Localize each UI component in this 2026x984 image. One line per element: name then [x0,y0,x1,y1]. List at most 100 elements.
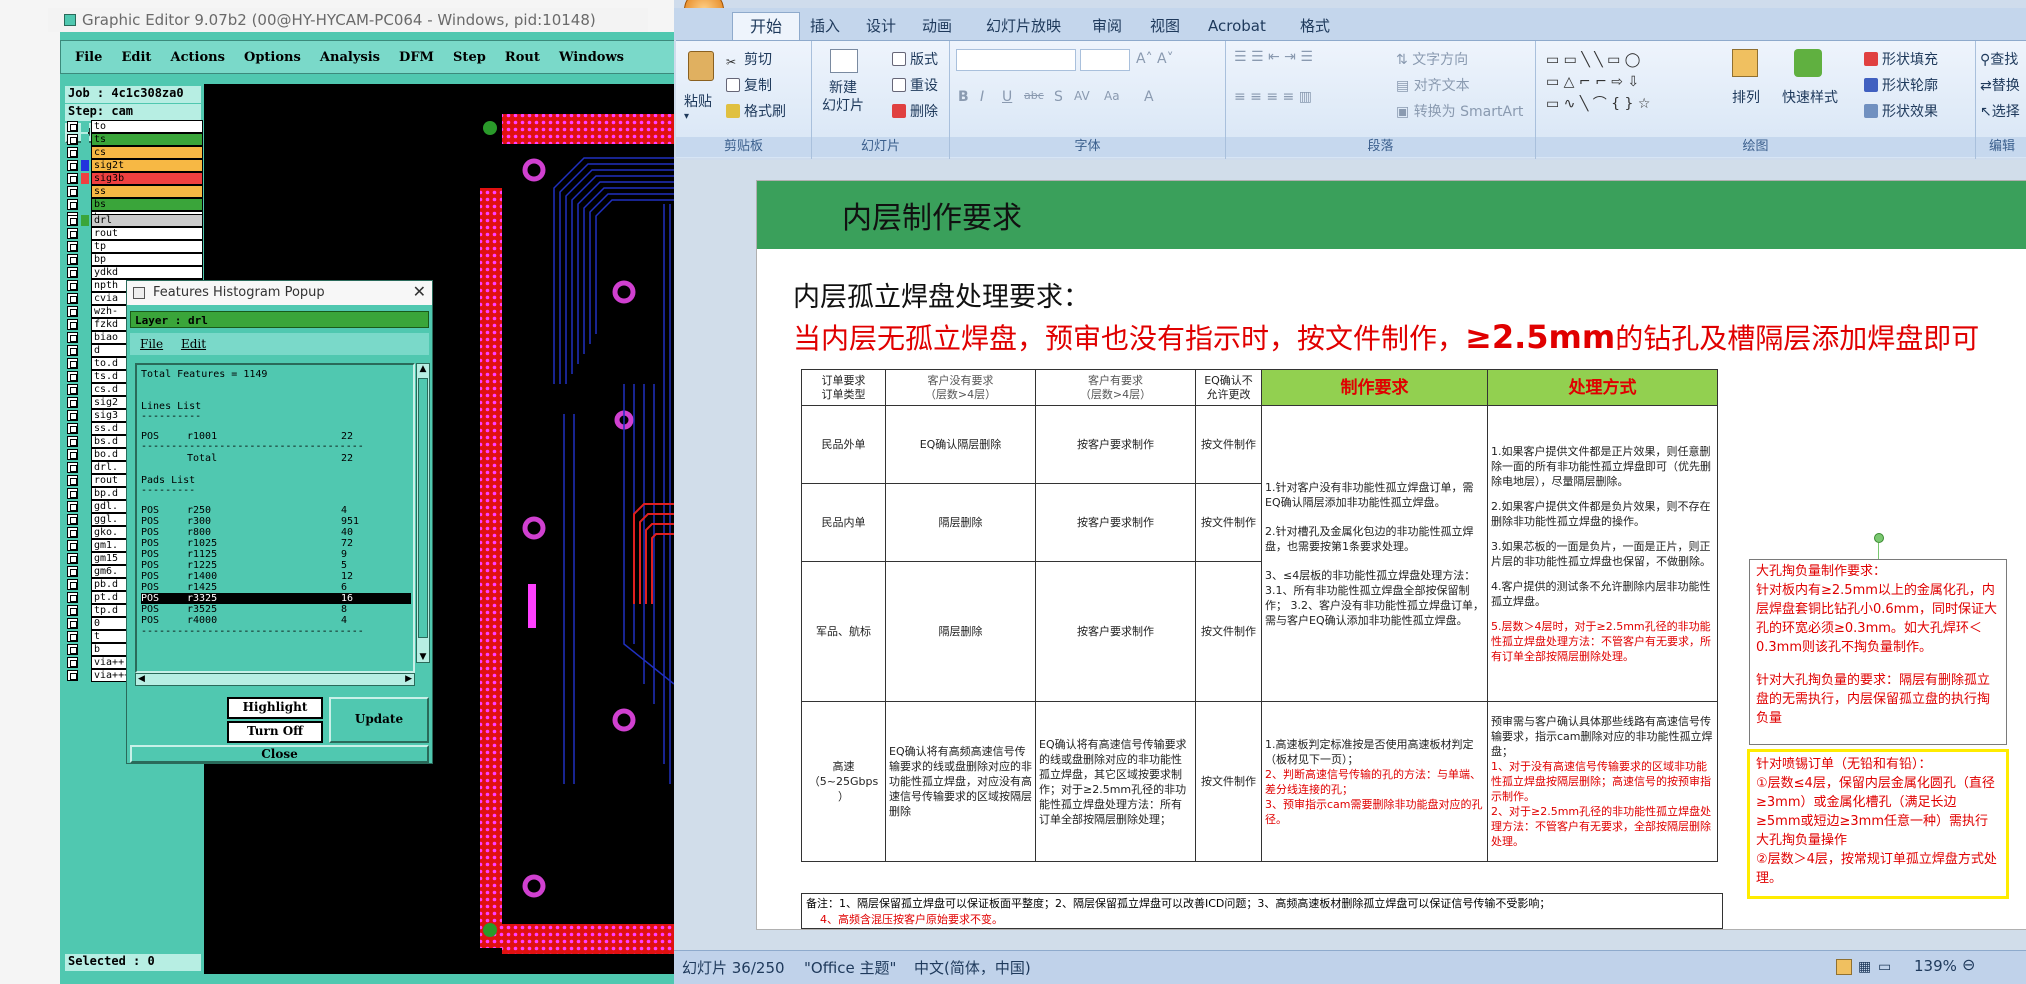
layer-checkbox[interactable] [67,449,78,460]
layer-checkbox[interactable] [67,319,78,330]
pad-row[interactable]: POS r1425 6 [141,582,411,593]
layer-affected-indicator[interactable] [81,657,89,668]
requirements-table[interactable]: 订单要求 订单类型 客户没有要求 （层数>4层） 客户有要求 （层数>4层） E… [801,369,1718,862]
slide-title[interactable]: 内层制作要求 [842,193,1022,237]
layer-affected-indicator[interactable] [81,423,89,434]
layer-checkbox[interactable] [67,605,78,616]
layer-affected-indicator[interactable] [81,631,89,642]
scroll-up-arrow[interactable]: ▲ [417,364,429,374]
find-button[interactable]: ⚲查找 [1980,49,2018,69]
layer-name[interactable]: drl [91,214,203,227]
shape-outline-button[interactable]: 形状轮廓 [1864,75,1938,95]
scroll-down-arrow[interactable]: ▼ [417,652,429,662]
shape-fill-button[interactable]: 形状填充 [1864,49,1938,69]
language[interactable]: 中文(简体，中国) [914,957,1031,978]
font-name-combobox[interactable] [956,49,1076,71]
text-direction-button[interactable]: ⇅ 文字方向 [1396,49,1468,69]
layer-affected-indicator[interactable] [81,540,89,551]
layer-checkbox[interactable] [67,241,78,252]
menu-rout[interactable]: Rout [505,41,540,75]
layer-checkbox[interactable] [67,527,78,538]
slideshow-view-icon[interactable]: ▭ [1878,959,1891,975]
layer-affected-indicator[interactable] [81,121,89,132]
normal-view-icon[interactable] [1836,959,1852,975]
layer-affected-indicator[interactable] [81,306,89,317]
shapes-gallery[interactable]: ▭ ▭ ╲ ╲ ▭ ◯ ▭ △ ⌐ ⌐ ⇨ ⇩ ▭ ∿ ╲ ⌒ { } ☆ [1546,49,1650,115]
zoom-out-icon[interactable]: ⊖ [1962,955,1975,974]
font-color-icon[interactable]: A [1144,89,1154,105]
layer-checkbox[interactable] [67,566,78,577]
layer-checkbox[interactable] [67,644,78,655]
layer-name[interactable]: tp [91,240,203,253]
layer-affected-indicator[interactable] [81,280,89,291]
strikethrough-icon[interactable]: abc [1024,89,1044,102]
paste-button[interactable]: 粘贴 [684,91,712,111]
layer-affected-indicator[interactable] [81,384,89,395]
layer-checkbox[interactable] [67,579,78,590]
layer-affected-indicator[interactable] [81,670,89,681]
reset-button[interactable]: 重设 [892,75,938,95]
shadow-icon[interactable]: S [1054,89,1063,105]
underline-icon[interactable]: U [1002,89,1012,105]
close-button[interactable]: Close [130,745,429,763]
layer-affected-indicator[interactable] [81,160,89,171]
layer-name[interactable]: bp [91,253,203,266]
layer-checkbox[interactable] [67,160,78,171]
pad-row[interactable]: POS r4000 4 [141,615,411,626]
arrange-button[interactable]: 排列 [1732,87,1760,107]
layer-affected-indicator[interactable] [81,514,89,525]
layer-checkbox[interactable] [67,215,78,226]
layer-checkbox[interactable] [67,254,78,265]
layer-affected-indicator[interactable] [81,293,89,304]
rotation-handle[interactable] [1874,533,1884,543]
layer-affected-indicator[interactable] [81,319,89,330]
horizontal-scrollbar[interactable]: ◀ ▶ [135,673,415,686]
layer-affected-indicator[interactable] [81,644,89,655]
layer-checkbox[interactable] [67,670,78,681]
pad-row[interactable]: POS r800 40 [141,527,411,538]
tab-review[interactable]: 审阅 [1092,14,1122,38]
layer-checkbox[interactable] [67,121,78,132]
zoom-level[interactable]: 139% [1914,957,1957,975]
grow-font-icon[interactable]: A˄ A˅ [1136,51,1174,67]
format-painter-button[interactable]: 格式刷 [726,101,786,121]
layer-affected-indicator[interactable] [81,199,89,210]
layer-affected-indicator[interactable] [81,241,89,252]
layer-name[interactable]: to [91,120,203,133]
layer-checkbox[interactable] [67,410,78,421]
scroll-thumb[interactable] [418,378,428,638]
layer-checkbox[interactable] [67,514,78,525]
menu-edit[interactable]: Edit [121,41,151,75]
delete-slide-button[interactable]: 删除 [892,101,938,121]
layer-checkbox[interactable] [67,134,78,145]
change-case-icon[interactable]: Aa [1104,89,1120,103]
slide-canvas[interactable]: 内层制作要求 内层孤立焊盘处理要求： 当内层无孤立焊盘，预审也没有指示时，按文件… [756,180,2026,930]
layer-checkbox[interactable] [67,228,78,239]
layer-name[interactable]: sig3b [91,172,203,185]
align-text-button[interactable]: ▤ 对齐文本 [1396,75,1470,95]
layer-affected-indicator[interactable] [81,215,89,226]
bullets-icon[interactable]: ☰ ☰ ⇤ ⇥ ☰ [1234,49,1313,65]
smartart-button[interactable]: ▣ 转换为 SmartArt [1396,101,1523,121]
scroll-left-arrow[interactable]: ◀ [138,674,145,685]
menu-analysis[interactable]: Analysis [320,41,380,75]
tab-insert[interactable]: 插入 [810,14,840,38]
pad-row[interactable]: POS r250 4 [141,505,411,516]
layer-checkbox[interactable] [67,592,78,603]
layer-affected-indicator[interactable] [81,254,89,265]
table-note[interactable]: 备注：1、隔层保留孤立焊盘可以保证板面平整度；2、隔层保留孤立焊盘可以改善ICD… [801,893,1723,929]
menu-file[interactable]: File [75,41,102,75]
tab-view[interactable]: 视图 [1150,14,1180,38]
layer-affected-indicator[interactable] [81,267,89,278]
layer-checkbox[interactable] [67,462,78,473]
layer-checkbox[interactable] [67,657,78,668]
layer-affected-indicator[interactable] [81,527,89,538]
layer-checkbox[interactable] [67,293,78,304]
layer-checkbox[interactable] [67,173,78,184]
layer-name[interactable]: ss [91,185,203,198]
layer-affected-indicator[interactable] [81,358,89,369]
tin-spray-textbox[interactable]: 针对喷锡订单（无铅和有铅）： ①层数≤4层，保留内层金属化圆孔（直径≥3mm）或… [1747,749,2009,899]
align-icons[interactable]: ≡ ≡ ≡ ≡ ▥ [1234,89,1312,105]
layer-affected-indicator[interactable] [81,173,89,184]
pad-row[interactable]: POS r3325 16 [141,593,411,604]
